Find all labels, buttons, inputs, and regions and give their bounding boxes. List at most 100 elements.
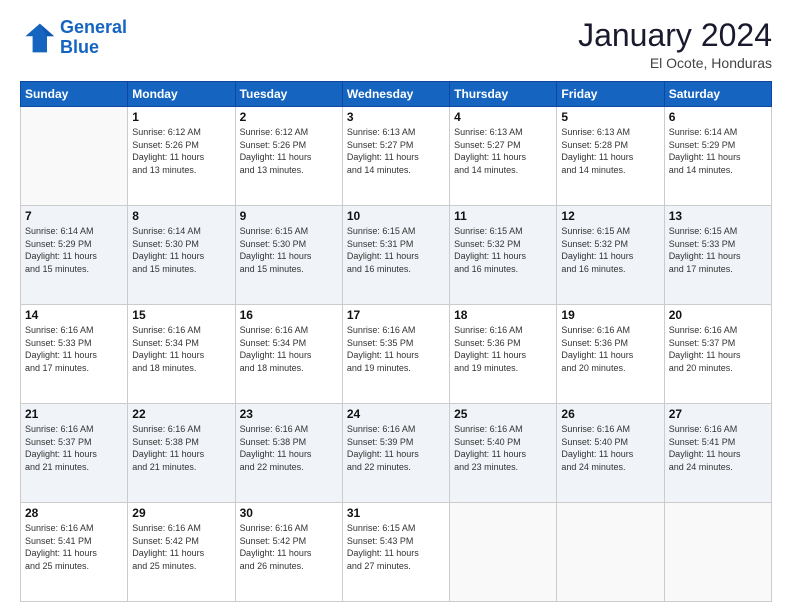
day-number: 28: [25, 506, 123, 520]
table-row: 26 Sunrise: 6:16 AMSunset: 5:40 PMDayligh…: [557, 404, 664, 503]
table-row: 21 Sunrise: 6:16 AMSunset: 5:37 PMDayligh…: [21, 404, 128, 503]
day-number: 11: [454, 209, 552, 223]
location: El Ocote, Honduras: [578, 55, 772, 71]
table-row: 27 Sunrise: 6:16 AMSunset: 5:41 PMDayligh…: [664, 404, 771, 503]
table-row: 28 Sunrise: 6:16 AMSunset: 5:41 PMDayligh…: [21, 503, 128, 602]
day-detail: Sunrise: 6:14 AMSunset: 5:29 PMDaylight:…: [669, 126, 767, 176]
day-detail: Sunrise: 6:16 AMSunset: 5:40 PMDaylight:…: [454, 423, 552, 473]
day-number: 25: [454, 407, 552, 421]
day-number: 16: [240, 308, 338, 322]
day-number: 23: [240, 407, 338, 421]
logo-icon: [20, 20, 56, 56]
table-row: [450, 503, 557, 602]
day-detail: Sunrise: 6:16 AMSunset: 5:36 PMDaylight:…: [561, 324, 659, 374]
day-number: 14: [25, 308, 123, 322]
table-row: 6 Sunrise: 6:14 AMSunset: 5:29 PMDaylight…: [664, 107, 771, 206]
day-number: 31: [347, 506, 445, 520]
table-row: 20 Sunrise: 6:16 AMSunset: 5:37 PMDayligh…: [664, 305, 771, 404]
table-row: 18 Sunrise: 6:16 AMSunset: 5:36 PMDayligh…: [450, 305, 557, 404]
day-number: 26: [561, 407, 659, 421]
day-detail: Sunrise: 6:16 AMSunset: 5:35 PMDaylight:…: [347, 324, 445, 374]
day-detail: Sunrise: 6:15 AMSunset: 5:32 PMDaylight:…: [561, 225, 659, 275]
table-row: 14 Sunrise: 6:16 AMSunset: 5:33 PMDayligh…: [21, 305, 128, 404]
col-thursday: Thursday: [450, 82, 557, 107]
logo-blue: Blue: [60, 37, 99, 57]
day-detail: Sunrise: 6:16 AMSunset: 5:34 PMDaylight:…: [132, 324, 230, 374]
table-row: 1Sunrise: 6:12 AMSunset: 5:26 PMDaylight…: [128, 107, 235, 206]
day-detail: Sunrise: 6:16 AMSunset: 5:40 PMDaylight:…: [561, 423, 659, 473]
day-detail: Sunrise: 6:15 AMSunset: 5:31 PMDaylight:…: [347, 225, 445, 275]
table-row: 24 Sunrise: 6:16 AMSunset: 5:39 PMDayligh…: [342, 404, 449, 503]
day-number: 10: [347, 209, 445, 223]
table-row: 10 Sunrise: 6:15 AMSunset: 5:31 PMDayligh…: [342, 206, 449, 305]
day-number: 29: [132, 506, 230, 520]
day-number: 3: [347, 110, 445, 124]
table-row: 23 Sunrise: 6:16 AMSunset: 5:38 PMDayligh…: [235, 404, 342, 503]
day-detail: Sunrise: 6:16 AMSunset: 5:36 PMDaylight:…: [454, 324, 552, 374]
col-wednesday: Wednesday: [342, 82, 449, 107]
day-number: 13: [669, 209, 767, 223]
col-friday: Friday: [557, 82, 664, 107]
col-monday: Monday: [128, 82, 235, 107]
day-detail: Sunrise: 6:13 AMSunset: 5:27 PMDaylight:…: [454, 126, 552, 176]
logo: General Blue: [20, 18, 127, 58]
table-row: 15Sunrise: 6:16 AMSunset: 5:34 PMDayligh…: [128, 305, 235, 404]
day-detail: Sunrise: 6:16 AMSunset: 5:37 PMDaylight:…: [669, 324, 767, 374]
day-detail: Sunrise: 6:16 AMSunset: 5:42 PMDaylight:…: [240, 522, 338, 572]
day-number: 19: [561, 308, 659, 322]
day-detail: Sunrise: 6:16 AMSunset: 5:39 PMDaylight:…: [347, 423, 445, 473]
day-detail: Sunrise: 6:16 AMSunset: 5:34 PMDaylight:…: [240, 324, 338, 374]
table-row: 8Sunrise: 6:14 AMSunset: 5:30 PMDaylight…: [128, 206, 235, 305]
col-saturday: Saturday: [664, 82, 771, 107]
day-detail: Sunrise: 6:16 AMSunset: 5:38 PMDaylight:…: [240, 423, 338, 473]
day-detail: Sunrise: 6:13 AMSunset: 5:28 PMDaylight:…: [561, 126, 659, 176]
table-row: 29Sunrise: 6:16 AMSunset: 5:42 PMDayligh…: [128, 503, 235, 602]
month-title: January 2024: [578, 18, 772, 53]
table-row: [664, 503, 771, 602]
day-number: 20: [669, 308, 767, 322]
table-row: 2Sunrise: 6:12 AMSunset: 5:26 PMDaylight…: [235, 107, 342, 206]
table-row: 17 Sunrise: 6:16 AMSunset: 5:35 PMDayligh…: [342, 305, 449, 404]
table-row: 11Sunrise: 6:15 AMSunset: 5:32 PMDayligh…: [450, 206, 557, 305]
logo-general: General: [60, 17, 127, 37]
day-detail: Sunrise: 6:16 AMSunset: 5:37 PMDaylight:…: [25, 423, 123, 473]
table-row: 19 Sunrise: 6:16 AMSunset: 5:36 PMDayligh…: [557, 305, 664, 404]
table-row: 22Sunrise: 6:16 AMSunset: 5:38 PMDayligh…: [128, 404, 235, 503]
table-row: 5Sunrise: 6:13 AMSunset: 5:28 PMDaylight…: [557, 107, 664, 206]
day-detail: Sunrise: 6:16 AMSunset: 5:41 PMDaylight:…: [25, 522, 123, 572]
day-number: 9: [240, 209, 338, 223]
table-row: 9 Sunrise: 6:15 AMSunset: 5:30 PMDaylight…: [235, 206, 342, 305]
day-detail: Sunrise: 6:15 AMSunset: 5:33 PMDaylight:…: [669, 225, 767, 275]
day-detail: Sunrise: 6:15 AMSunset: 5:30 PMDaylight:…: [240, 225, 338, 275]
col-sunday: Sunday: [21, 82, 128, 107]
day-detail: Sunrise: 6:12 AMSunset: 5:26 PMDaylight:…: [132, 126, 230, 176]
table-row: 31 Sunrise: 6:15 AMSunset: 5:43 PMDayligh…: [342, 503, 449, 602]
calendar-header-row: Sunday Monday Tuesday Wednesday Thursday…: [21, 82, 772, 107]
header: General Blue January 2024 El Ocote, Hond…: [20, 18, 772, 71]
day-number: 2: [240, 110, 338, 124]
calendar-table: Sunday Monday Tuesday Wednesday Thursday…: [20, 81, 772, 602]
day-number: 22: [132, 407, 230, 421]
day-number: 21: [25, 407, 123, 421]
day-detail: Sunrise: 6:16 AMSunset: 5:41 PMDaylight:…: [669, 423, 767, 473]
day-detail: Sunrise: 6:15 AMSunset: 5:43 PMDaylight:…: [347, 522, 445, 572]
table-row: 12 Sunrise: 6:15 AMSunset: 5:32 PMDayligh…: [557, 206, 664, 305]
day-detail: Sunrise: 6:13 AMSunset: 5:27 PMDaylight:…: [347, 126, 445, 176]
day-number: 8: [132, 209, 230, 223]
table-row: 3 Sunrise: 6:13 AMSunset: 5:27 PMDaylight…: [342, 107, 449, 206]
day-number: 24: [347, 407, 445, 421]
day-number: 27: [669, 407, 767, 421]
title-block: January 2024 El Ocote, Honduras: [578, 18, 772, 71]
day-number: 18: [454, 308, 552, 322]
table-row: 25 Sunrise: 6:16 AMSunset: 5:40 PMDayligh…: [450, 404, 557, 503]
day-number: 4: [454, 110, 552, 124]
table-row: 4 Sunrise: 6:13 AMSunset: 5:27 PMDaylight…: [450, 107, 557, 206]
day-number: 17: [347, 308, 445, 322]
day-detail: Sunrise: 6:16 AMSunset: 5:33 PMDaylight:…: [25, 324, 123, 374]
page: General Blue January 2024 El Ocote, Hond…: [0, 0, 792, 612]
day-number: 6: [669, 110, 767, 124]
table-row: 7Sunrise: 6:14 AMSunset: 5:29 PMDaylight…: [21, 206, 128, 305]
table-row: 30Sunrise: 6:16 AMSunset: 5:42 PMDayligh…: [235, 503, 342, 602]
day-number: 12: [561, 209, 659, 223]
table-row: [557, 503, 664, 602]
